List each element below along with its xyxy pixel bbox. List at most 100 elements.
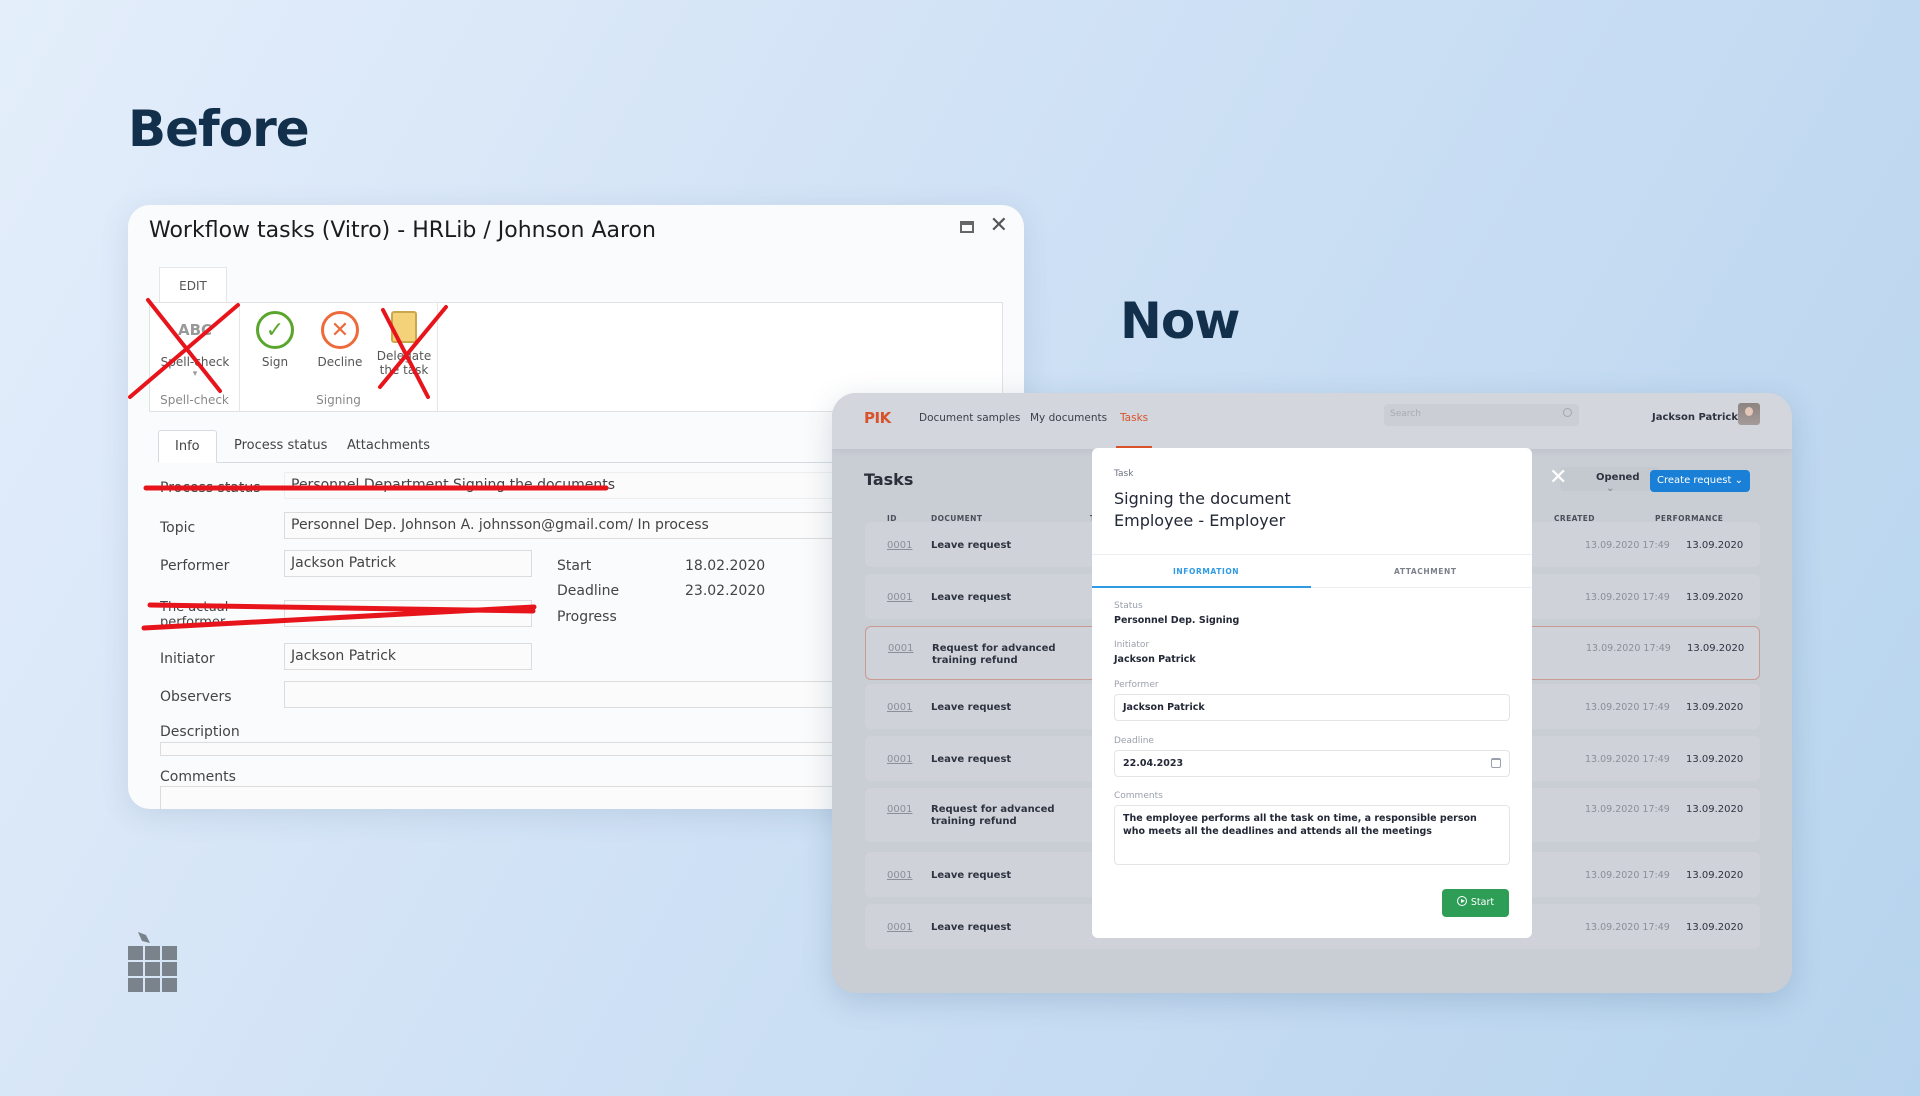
tab-process-status[interactable]: Process status (218, 430, 343, 463)
row-document: Leave request (931, 754, 1012, 765)
spellcheck-button[interactable]: ABC Spell-check ▾ (156, 311, 234, 379)
user-name[interactable]: Jackson Patrick (1652, 412, 1738, 423)
row-document: Request for advanced training refund (932, 643, 1056, 666)
window-title: Workflow tasks (Vitro) - HRLib / Johnson… (149, 218, 656, 243)
start-label: Start (557, 558, 592, 574)
check-circle-icon: ✓ (256, 311, 294, 349)
actual-performer-label: The actual performer (160, 600, 229, 630)
tab-attachment[interactable]: ATTACHMENT (1394, 567, 1457, 576)
row-id-link[interactable]: 0001 (887, 922, 912, 933)
status-filter-value: Opened (1596, 472, 1640, 483)
calendar-icon[interactable] (1491, 758, 1501, 768)
initiator-field[interactable]: Jackson Patrick (284, 643, 532, 670)
close-icon[interactable]: ✕ (990, 213, 1008, 238)
process-status-label: Process status (160, 480, 261, 496)
deadline-value: 22.04.2023 (1123, 758, 1184, 769)
top-nav: PIK Document samples My documents Tasks … (832, 393, 1792, 449)
initiator-value: Jackson Patrick (1114, 654, 1196, 665)
active-tab-indicator (1092, 586, 1311, 588)
comments-textarea[interactable]: The employee performs all the task on ti… (1114, 805, 1510, 865)
x-circle-icon: ✕ (321, 311, 359, 349)
row-id-link[interactable]: 0001 (887, 702, 912, 713)
status-label: Status (1114, 601, 1143, 611)
spellcheck-icon: ABC (177, 321, 213, 339)
row-id-link[interactable]: 0001 (887, 870, 912, 881)
spellcheck-label: Spell-check (160, 355, 230, 369)
modal-title-line1: Signing the document (1114, 489, 1291, 508)
row-created: 13.09.2020 17:49 (1585, 922, 1670, 933)
nav-document-samples[interactable]: Document samples (919, 412, 1020, 424)
nav-my-documents[interactable]: My documents (1030, 412, 1107, 424)
create-request-label: Create request (1657, 475, 1732, 486)
row-performance: 13.09.2020 (1686, 540, 1744, 551)
deadline-value: 23.02.2020 (685, 583, 766, 599)
tab-information[interactable]: INFORMATION (1173, 567, 1239, 576)
search-icon (1563, 408, 1572, 417)
comments-label: Comments (160, 769, 236, 785)
row-id-link[interactable]: 0001 (888, 643, 913, 654)
delegate-label: Delegate the task (376, 349, 432, 377)
row-created: 13.09.2020 17:49 (1585, 804, 1670, 815)
tab-info[interactable]: Info (158, 430, 217, 463)
row-document: Leave request (931, 922, 1012, 933)
row-document: Leave request (931, 870, 1012, 881)
row-created: 13.09.2020 17:49 (1585, 540, 1670, 551)
start-label: Start (1470, 897, 1495, 908)
modal-kicker: Task (1114, 469, 1134, 479)
modal-title-line2: Employee - Employer (1114, 511, 1286, 530)
comments-label: Comments (1114, 791, 1163, 801)
ribbon-group-signing: ✓ Sign ✕ Decline Delegate the task Signi… (240, 303, 438, 411)
row-document: Leave request (931, 702, 1012, 713)
modal-tabs: INFORMATION ATTACHMENT (1092, 554, 1532, 588)
create-request-button[interactable]: Create request ⌄ (1650, 470, 1750, 492)
row-performance: 13.09.2020 (1686, 922, 1744, 933)
sign-label: Sign (261, 355, 289, 369)
ribbon-group-label: Spell-check (160, 393, 229, 407)
search-input[interactable]: Search (1384, 404, 1579, 426)
brand-logo-icon (128, 932, 177, 992)
start-button[interactable]: Start (1442, 889, 1509, 917)
row-performance: 13.09.2020 (1686, 592, 1744, 603)
ribbon-tab-edit[interactable]: EDIT (159, 267, 227, 303)
initiator-label: Initiator (160, 651, 215, 667)
deadline-label: Deadline (1114, 736, 1154, 746)
row-performance: 13.09.2020 (1686, 754, 1744, 765)
modal-title: Signing the document Employee - Employer (1114, 488, 1291, 532)
row-created: 13.09.2020 17:49 (1585, 592, 1670, 603)
page-title: Tasks (864, 470, 914, 489)
chevron-down-icon: ⌄ (1606, 483, 1615, 494)
actual-performer-field[interactable] (284, 600, 532, 627)
start-value: 18.02.2020 (685, 558, 766, 574)
performer-label: Performer (1114, 680, 1159, 690)
row-id-link[interactable]: 0001 (887, 754, 912, 765)
ribbon-group-label: Signing (316, 393, 361, 407)
nav-tasks[interactable]: Tasks (1120, 412, 1148, 424)
tab-attachments[interactable]: Attachments (331, 430, 446, 463)
close-icon[interactable]: ✕ (1549, 465, 1567, 490)
row-document: Request for advanced training refund (931, 804, 1055, 827)
performer-field[interactable]: Jackson Patrick (284, 550, 532, 577)
search-placeholder: Search (1390, 409, 1421, 419)
decline-label: Decline (317, 355, 363, 369)
row-document: Leave request (931, 540, 1012, 551)
sign-button[interactable]: ✓ Sign (250, 311, 300, 369)
row-id-link[interactable]: 0001 (887, 804, 912, 815)
status-value: Personnel Dep. Signing (1114, 615, 1240, 626)
pik-logo[interactable]: PIK (864, 409, 891, 427)
row-id-link[interactable]: 0001 (887, 592, 912, 603)
row-performance: 13.09.2020 (1687, 643, 1745, 654)
topic-label: Topic (160, 520, 196, 536)
decline-button[interactable]: ✕ Decline (312, 311, 368, 369)
performer-field[interactable]: Jackson Patrick (1114, 694, 1510, 721)
row-performance: 13.09.2020 (1686, 870, 1744, 881)
avatar[interactable] (1738, 403, 1760, 425)
deadline-field[interactable]: 22.04.2023 (1114, 750, 1510, 777)
row-id-link[interactable]: 0001 (887, 540, 912, 551)
now-heading: Now (1120, 292, 1240, 350)
row-document: Leave request (931, 592, 1012, 603)
status-filter[interactable]: Opened ⌄ (1560, 467, 1660, 494)
delegate-button[interactable]: Delegate the task (374, 311, 434, 377)
description-label: Description (160, 724, 240, 740)
maximize-icon[interactable] (960, 221, 974, 233)
delegate-icon (391, 311, 417, 343)
